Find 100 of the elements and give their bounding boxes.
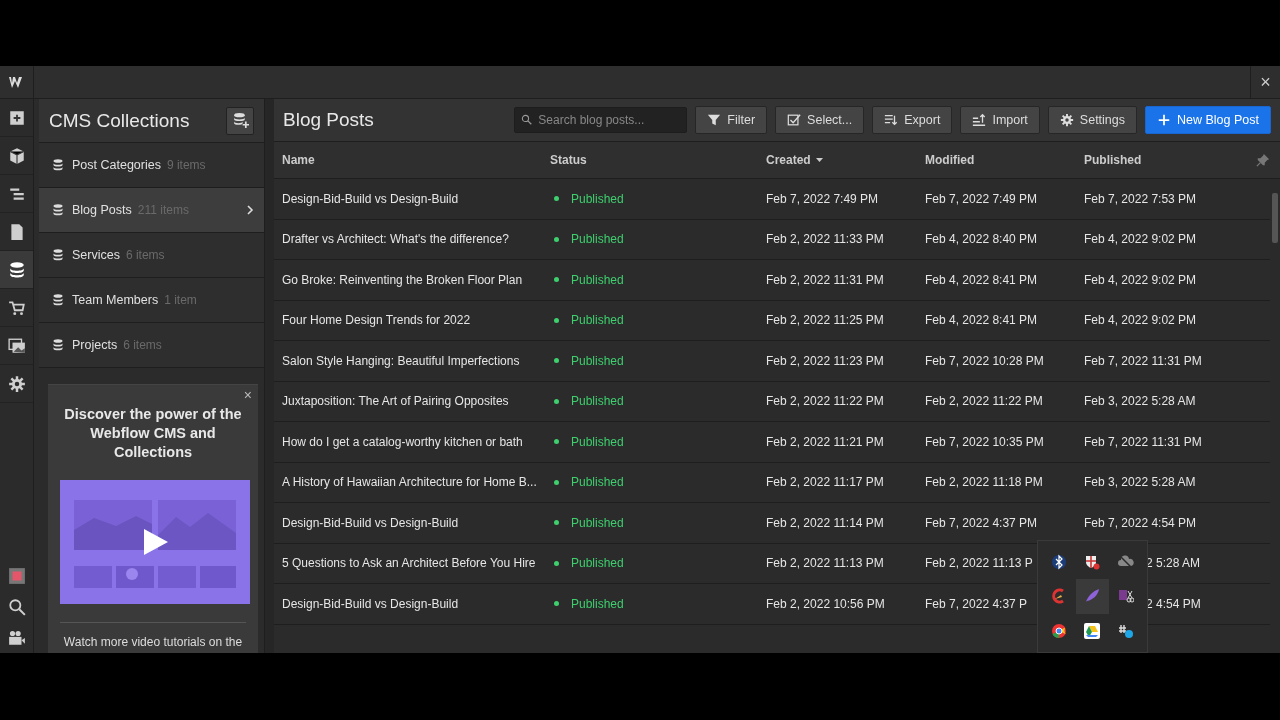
drive-icon[interactable] [1084,622,1101,639]
table-cell-text: Design-Bid-Build vs Design-Build [281,191,460,206]
column-header[interactable]: Modified [925,153,975,167]
column-header[interactable]: Status [550,153,587,167]
settings-button[interactable]: Settings [1047,106,1137,134]
column-header[interactable]: Name [282,153,315,167]
column-header[interactable]: Published [1084,153,1142,167]
cube-icon[interactable] [7,146,26,165]
table-cell-text: 5 Questions to Ask an Architect Before You Hire [281,556,537,571]
page-title: Blog Posts [283,109,374,131]
table-cell-text: Drafter vs Architect: What's the difference? [281,232,510,247]
promo-caption: Watch more video tutorials on the [62,635,244,649]
pin-icon[interactable] [1256,153,1270,167]
table-cell-text: Design-Bid-Build vs Design-Build [281,596,460,611]
status-label: Published [550,394,766,409]
item-count: 9 items [166,158,206,172]
table-cell: Feb 2, 2022 11:23 PM [766,353,884,368]
table-cell: Feb 7, 2022 4:37 P [925,596,1028,611]
status-label: Published [550,434,766,449]
table-cell: Feb 7, 2022 7:53 PM [1084,191,1197,206]
images-icon[interactable] [7,336,26,355]
scrollbar-thumb[interactable] [1272,193,1278,243]
table-cell: Feb 2, 2022 11:13 PM [766,556,884,571]
play-icon[interactable] [144,529,168,555]
table-cell: Feb 2, 2022 10:56 PM [766,596,885,611]
item-count: 6 items [125,248,165,262]
table-cell-text: How do I get a catalog-worthy kitchen or bath [281,434,524,449]
table-cell: Feb 7, 2022 10:28 PM [925,353,1044,368]
collection-name: Services [72,248,120,262]
add-collection-button[interactable] [226,106,254,135]
status-label: Published [550,272,766,287]
scissors-icon[interactable] [1118,588,1135,605]
people-camera-icon[interactable] [7,628,26,647]
browser-icon[interactable] [1050,622,1067,639]
item-count: 6 items [123,338,162,352]
close-button[interactable]: × [1250,66,1280,98]
new-item-button[interactable]: New Blog Post [1145,106,1271,134]
table-cell-text: Design-Bid-Build vs Design-Build [281,515,460,530]
status-label: Published [550,191,766,206]
column-header[interactable]: Created [766,153,823,167]
table-cell: Feb 7, 2022 7:49 PM [766,191,879,206]
filter-button[interactable]: Filter [695,106,768,134]
table-cell: Feb 2, 2022 11:25 PM [766,313,884,328]
shield-icon[interactable] [1084,554,1101,571]
table-cell: Feb 2, 2022 11:18 PM [925,475,1043,490]
collection-name: Projects [72,338,118,352]
filter-icon [707,113,722,127]
checkbox-icon [787,113,802,127]
search-field[interactable]: Search blog posts... [514,107,688,133]
select-button[interactable]: Select... [775,106,865,134]
table-cell: Feb 4, 2022 9:02 PM [1084,232,1197,247]
import-button[interactable]: Import [960,106,1040,134]
table-cell: Feb 3, 2022 5:28 AM [1084,475,1196,490]
status-label: Published [550,515,766,530]
export-icon [884,113,899,127]
close-button[interactable]: × [243,387,252,403]
table-cell: Feb 2, 2022 11:31 PM [766,272,884,287]
bluetooth-icon[interactable] [1050,554,1067,571]
plus-icon [1157,113,1171,127]
table-cell: Feb 2, 2022 11:22 PM [766,394,884,409]
import-icon [972,113,987,127]
export-button[interactable]: Export [872,106,953,134]
database-icon [53,159,63,171]
collection-name: Post Categories [72,158,161,172]
table-cell-text: A History of Hawaiian Architecture for Home B... [281,475,538,490]
status-label: Published [550,313,766,328]
search-icon[interactable] [7,597,26,616]
table-cell: Feb 2, 2022 11:21 PM [766,434,884,449]
table-cell: Feb 2, 2022 11:17 PM [766,475,884,490]
table-cell: Feb 4, 2022 9:02 PM [1084,313,1197,328]
table-cell-text: Salon Style Hanging: Beautiful Imperfections [281,353,521,368]
database-plus-icon [231,112,249,129]
table-cell: Feb 7, 2022 4:54 PM [1084,515,1197,530]
status-label: Published [550,556,766,571]
record-icon[interactable] [7,566,26,585]
table-cell-text: Four Home Design Trends for 2022 [281,313,472,328]
table-cell: Feb 3, 2022 5:28 AM [1084,394,1196,409]
database-icon [53,204,63,216]
table-cell: Feb 7, 2022 7:49 PM [925,191,1038,206]
table-cell: Feb 2, 2022 11:22 PM [925,394,1043,409]
chevron-icon [246,205,254,215]
database-icon [53,294,63,306]
table-cell: Feb 4, 2022 8:40 PM [925,232,1038,247]
database-icon [53,339,63,351]
settings-icon[interactable] [7,374,26,393]
cart-icon[interactable] [7,298,26,317]
add-icon[interactable] [7,108,26,127]
database-icon[interactable] [7,260,26,279]
table-cell-text: Juxtaposition: The Art of Pairing Opposites [281,394,510,409]
panel-title: CMS Collections [49,109,190,132]
feather-icon[interactable] [1084,588,1101,605]
table-cell: Feb 7, 2022 10:35 PM [925,434,1044,449]
table-cell: Feb 2, 2022 11:13 P [925,556,1033,571]
status-label: Published [550,596,766,611]
collection-name: Team Members [72,293,159,307]
table-cell: Feb 2, 2022 11:33 PM [766,232,884,247]
table-cell: Feb 7, 2022 11:31 PM [1084,434,1202,449]
database-icon [53,249,63,261]
table-cell: Feb 4, 2022 8:41 PM [925,272,1038,287]
table-cell: Feb 2, 2022 11:14 PM [766,515,884,530]
